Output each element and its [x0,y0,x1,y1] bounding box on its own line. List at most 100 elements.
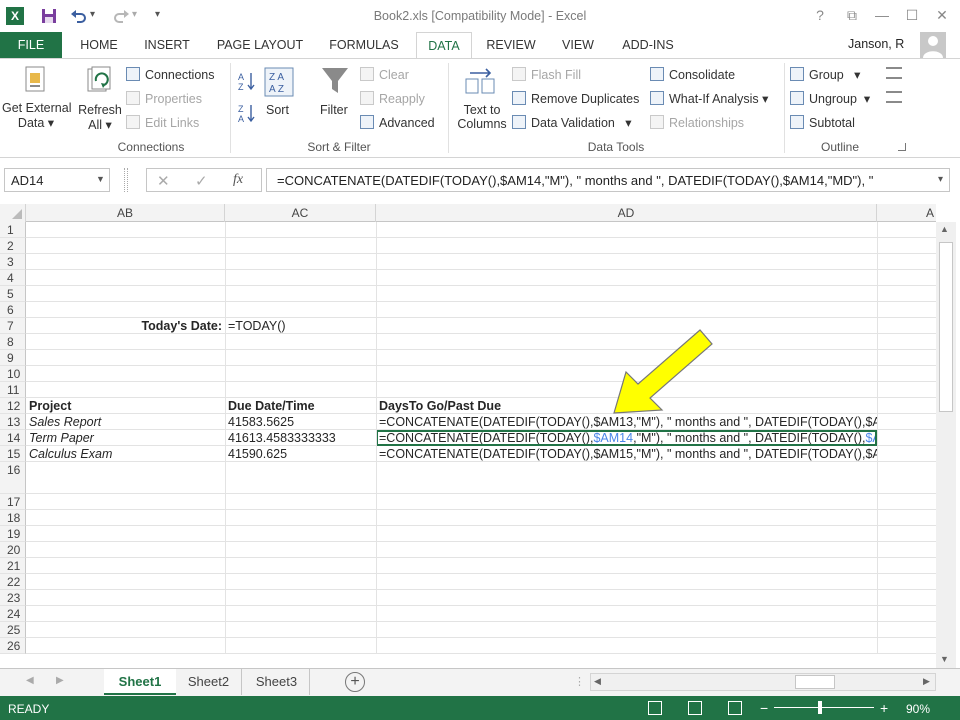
row-header-24[interactable]: 24 [0,606,26,622]
worksheet-grid[interactable]: AB AC AD A 1 2 3 4 5 6 7 Today's Date: =TODAY() 8… [0,204,960,668]
outline-settings-icon[interactable] [898,143,906,151]
tab-view[interactable]: VIEW [552,32,604,58]
row-header-19[interactable]: 19 [0,526,26,542]
advanced-filter-button[interactable]: Advanced [360,115,435,130]
add-sheet-icon[interactable]: + [345,672,365,692]
column-header-partial[interactable]: A [877,204,936,222]
subtotal-button[interactable]: Subtotal [790,115,855,130]
scroll-up-icon[interactable]: ▲ [940,224,949,234]
tab-formulas[interactable]: FORMULAS [320,32,408,58]
normal-view-icon[interactable] [648,701,662,715]
tab-add-ins[interactable]: ADD-INS [614,32,682,58]
row-header-6[interactable]: 6 [0,302,26,318]
scroll-left-icon[interactable]: ◀ [594,676,601,687]
cell-ac13[interactable]: 41583.5625 [225,414,376,430]
splitter-handle[interactable] [124,168,128,192]
row-header-25[interactable]: 25 [0,622,26,638]
sheet-tab-sheet1[interactable]: Sheet1 [104,669,176,695]
sort-button[interactable]: Sort [266,103,289,117]
close-button[interactable]: ✕ [928,4,956,26]
minimize-button[interactable]: — [868,4,896,26]
row-header-7[interactable]: 7 [0,318,26,334]
sheet-tab-sheet2[interactable]: Sheet2 [176,669,242,695]
data-validation-button[interactable]: Data Validation ▾ [512,115,632,130]
row-header-17[interactable]: 17 [0,494,26,510]
column-header-ad[interactable]: AD [376,204,877,222]
sort-za-icon[interactable]: ZA [238,103,256,126]
cell-ac7[interactable]: =TODAY() [225,318,376,334]
horizontal-scrollbar[interactable]: ◀ ▶ [590,673,936,691]
row-header-14[interactable]: 14 [0,430,26,446]
flash-fill-button[interactable]: Flash Fill [512,67,581,82]
tab-data[interactable]: DATA [416,32,472,59]
cell-ab14[interactable]: Term Paper [26,430,225,446]
consolidate-button[interactable]: Consolidate [650,67,735,82]
horizontal-scroll-thumb[interactable] [795,675,835,689]
next-sheet-icon[interactable]: ▶ [56,675,64,686]
tab-review[interactable]: REVIEW [480,32,542,58]
enter-icon[interactable]: ✓ [195,172,208,190]
what-if-analysis-button[interactable]: What-If Analysis ▾ [650,91,768,106]
ribbon-display-button[interactable]: ⧉ [838,4,866,26]
cell-ac12[interactable]: Due Date/Time [225,398,376,414]
row-header-20[interactable]: 20 [0,542,26,558]
reapply-button[interactable]: Reapply [360,91,425,106]
relationships-button[interactable]: Relationships [650,115,744,130]
text-to-columns-button[interactable]: Text to Columns [454,103,510,131]
row-header-4[interactable]: 4 [0,270,26,286]
ungroup-button[interactable]: Ungroup ▾ [790,91,870,106]
cell-ad14[interactable]: =CONCATENATE(DATEDIF(TODAY(),$AM14,"M"),… [376,430,877,446]
row-header-21[interactable]: 21 [0,558,26,574]
insert-function-icon[interactable]: fx [233,172,243,188]
prev-sheet-icon[interactable]: ◀ [26,675,34,686]
group-button[interactable]: Group ▾ [790,67,860,82]
user-name[interactable]: Janson, R [848,37,904,51]
row-header-3[interactable]: 3 [0,254,26,270]
select-all-corner[interactable] [0,204,26,222]
sheet-tab-sheet3[interactable]: Sheet3 [244,669,310,695]
tab-splitter[interactable]: ⋮ [574,675,585,688]
edit-links-button[interactable]: Edit Links [126,115,199,130]
show-detail-icon[interactable] [886,67,902,79]
connections-button[interactable]: Connections [126,67,215,82]
cell-ac15[interactable]: 41590.625 [225,446,376,462]
cell-ab7[interactable]: Today's Date: [26,318,225,334]
row-header-13[interactable]: 13 [0,414,26,430]
zoom-level[interactable]: 90% [906,702,930,716]
maximize-button[interactable]: ☐ [898,4,926,26]
row-header-16[interactable]: 16 [0,462,26,494]
refresh-all-button[interactable]: Refresh All ▾ [74,103,126,132]
cell-ad15[interactable]: =CONCATENATE(DATEDIF(TODAY(),$AM15,"M"),… [376,446,877,462]
scroll-down-icon[interactable]: ▼ [940,654,949,664]
name-box-dropdown-icon[interactable]: ▼ [96,174,105,184]
hide-detail-icon[interactable] [886,91,902,103]
sort-az-icon[interactable]: AZ [238,71,256,94]
row-header-18[interactable]: 18 [0,510,26,526]
row-header-12[interactable]: 12 [0,398,26,414]
expand-formula-bar-icon[interactable]: ▾ [938,174,943,185]
zoom-slider-thumb[interactable] [818,701,822,714]
get-external-data-button[interactable]: Get External Data ▾ [2,101,71,130]
cell-ab13[interactable]: Sales Report [26,414,225,430]
tab-insert[interactable]: INSERT [136,32,198,58]
vertical-scrollbar[interactable]: ▲ ▼ [936,222,956,668]
filter-button[interactable]: Filter [320,103,348,117]
zoom-slider-track[interactable] [774,707,874,708]
cancel-icon[interactable]: ✕ [157,172,170,190]
scroll-right-icon[interactable]: ▶ [923,676,930,687]
row-header-10[interactable]: 10 [0,366,26,382]
row-header-26[interactable]: 26 [0,638,26,654]
remove-duplicates-button[interactable]: Remove Duplicates [512,91,639,106]
row-header-2[interactable]: 2 [0,238,26,254]
zoom-in-button[interactable]: + [880,700,888,716]
row-header-22[interactable]: 22 [0,574,26,590]
column-header-ac[interactable]: AC [225,204,376,222]
row-header-1[interactable]: 1 [0,222,26,238]
zoom-out-button[interactable]: − [760,700,768,716]
formula-input[interactable]: =CONCATENATE(DATEDIF(TODAY(),$AM14,"M"),… [266,168,950,192]
page-break-view-icon[interactable] [728,701,742,715]
column-header-ab[interactable]: AB [26,204,225,222]
name-box[interactable]: AD14 [4,168,110,192]
vertical-scroll-thumb[interactable] [939,242,953,412]
row-header-8[interactable]: 8 [0,334,26,350]
